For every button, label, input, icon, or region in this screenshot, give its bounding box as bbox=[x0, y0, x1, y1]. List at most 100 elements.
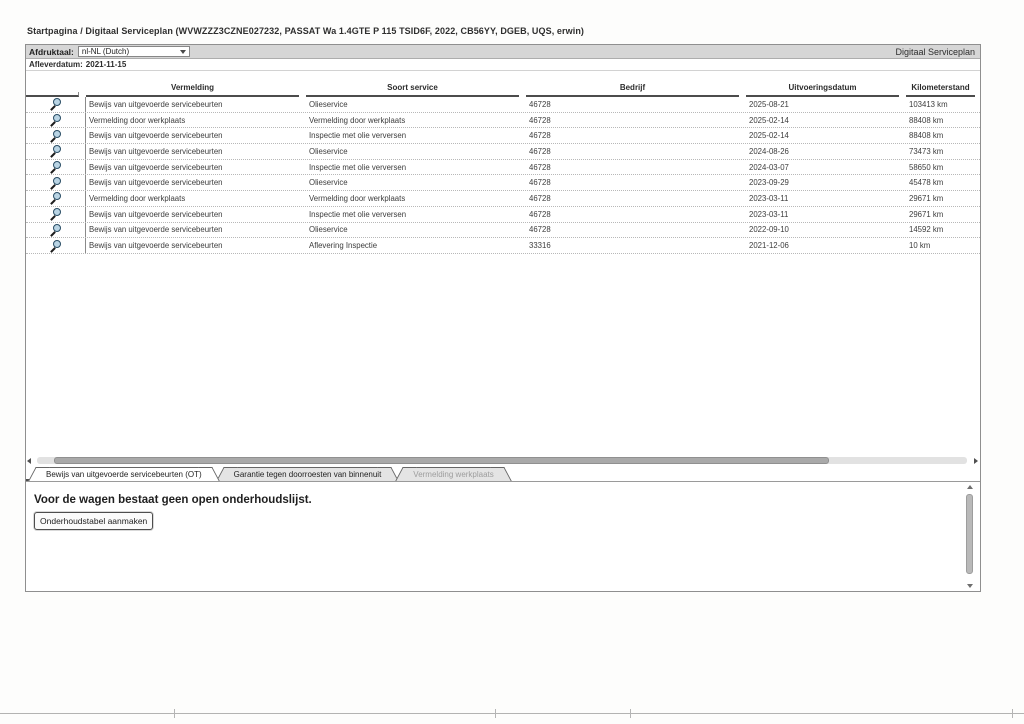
horizontal-scrollbar[interactable] bbox=[26, 456, 980, 466]
cell-vermelding: Vermelding door werkplaats bbox=[89, 115, 186, 125]
column-header-soort-service: Soort service bbox=[306, 83, 519, 97]
tab-garantie-doorroesten[interactable]: Garantie tegen doorroesten van binnenuit bbox=[225, 467, 390, 481]
cell-vermelding: Bewijs van uitgevoerde servicebeurten bbox=[89, 162, 223, 172]
cell-soort-service: Inspectie met olie verversen bbox=[309, 131, 407, 141]
table-row: Bewijs van uitgevoerde servicebeurten In… bbox=[26, 128, 980, 145]
cell-kilometerstand: 103413 km bbox=[909, 99, 948, 109]
no-open-maintenance-message: Voor de wagen bestaat geen open onderhou… bbox=[34, 494, 312, 506]
cell-soort-service: Inspectie met olie verversen bbox=[309, 209, 407, 219]
column-header-uitvoeringsdatum: Uitvoeringsdatum bbox=[746, 83, 899, 97]
magnifier-icon[interactable] bbox=[50, 98, 62, 110]
tab-bewijs-servicebeurten[interactable]: Bewijs van uitgevoerde servicebeurten (O… bbox=[38, 467, 210, 481]
scan-artifact-tick bbox=[174, 709, 175, 718]
cell-bedrijf: 46728 bbox=[529, 99, 551, 109]
cell-bedrijf: 33316 bbox=[529, 241, 551, 251]
cell-bedrijf: 46728 bbox=[529, 225, 551, 235]
table-row: Bewijs van uitgevoerde servicebeurten Ol… bbox=[26, 222, 980, 239]
cell-kilometerstand: 29671 km bbox=[909, 209, 944, 219]
cell-uitvoeringsdatum: 2025-02-14 bbox=[749, 115, 789, 125]
table-row: Bewijs van uitgevoerde servicebeurten In… bbox=[26, 159, 980, 176]
magnifier-icon[interactable] bbox=[50, 161, 62, 173]
column-header-bedrijf: Bedrijf bbox=[526, 83, 739, 97]
column-header-vermelding: Vermelding bbox=[86, 83, 299, 97]
table-row: Bewijs van uitgevoerde servicebeurten Ol… bbox=[26, 175, 980, 192]
page-title: Digitaal Serviceplan bbox=[895, 46, 975, 57]
scan-artifact-tick bbox=[1012, 709, 1013, 718]
tab-vermelding-werkplaats: Vermelding werkplaats bbox=[405, 467, 502, 481]
cell-kilometerstand: 73473 km bbox=[909, 146, 944, 156]
delivery-date-label: Afleverdatum: bbox=[29, 60, 83, 69]
cell-kilometerstand: 10 km bbox=[909, 241, 931, 251]
cell-vermelding: Vermelding door werkplaats bbox=[89, 193, 186, 203]
cell-soort-service: Vermelding door werkplaats bbox=[309, 115, 406, 125]
tab-strip: Bewijs van uitgevoerde servicebeurten (O… bbox=[26, 466, 980, 481]
magnifier-icon[interactable] bbox=[50, 208, 62, 220]
magnifier-icon[interactable] bbox=[50, 192, 62, 204]
table-empty-area bbox=[26, 253, 980, 456]
magnifier-icon[interactable] bbox=[50, 223, 62, 236]
cell-uitvoeringsdatum: 2025-02-14 bbox=[749, 131, 789, 141]
breadcrumb[interactable]: Startpagina / Digitaal Serviceplan (WVWZ… bbox=[27, 26, 584, 36]
cell-vermelding: Bewijs van uitgevoerde servicebeurten bbox=[89, 209, 223, 219]
scan-artifact-tick bbox=[630, 709, 631, 718]
cell-bedrijf: 46728 bbox=[529, 193, 551, 203]
scroll-left-icon[interactable] bbox=[27, 458, 31, 464]
cell-bedrijf: 46728 bbox=[529, 209, 551, 219]
cell-kilometerstand: 29671 km bbox=[909, 193, 944, 203]
cell-uitvoeringsdatum: 2025-08-21 bbox=[749, 99, 789, 109]
table-header: Vermelding Soort service Bedrijf Uitvoer… bbox=[26, 71, 980, 97]
cell-kilometerstand: 45478 km bbox=[909, 178, 944, 188]
cell-kilometerstand: 88408 km bbox=[909, 131, 944, 141]
cell-bedrijf: 46728 bbox=[529, 146, 551, 156]
cell-bedrijf: 46728 bbox=[529, 178, 551, 188]
cell-vermelding: Bewijs van uitgevoerde servicebeurten bbox=[89, 178, 223, 188]
horizontal-scrollbar-thumb[interactable] bbox=[54, 457, 829, 464]
table-row: Vermelding door werkplaats Vermelding do… bbox=[26, 112, 980, 129]
chevron-down-icon bbox=[179, 49, 186, 54]
table-row: Vermelding door werkplaats Vermelding do… bbox=[26, 191, 980, 207]
toolbar: Afdruktaal: nl-NL (Dutch) Digitaal Servi… bbox=[26, 45, 980, 59]
cell-soort-service: Vermelding door werkplaats bbox=[309, 193, 406, 203]
cell-vermelding: Bewijs van uitgevoerde servicebeurten bbox=[89, 131, 223, 141]
cell-vermelding: Bewijs van uitgevoerde servicebeurten bbox=[89, 146, 223, 156]
scroll-down-icon[interactable] bbox=[967, 584, 973, 588]
cell-soort-service: Inspectie met olie verversen bbox=[309, 162, 407, 172]
maintenance-panel: Voor de wagen bestaat geen open onderhou… bbox=[26, 481, 980, 591]
print-language-select[interactable]: nl-NL (Dutch) bbox=[77, 46, 190, 57]
print-language-value: nl-NL (Dutch) bbox=[81, 47, 130, 56]
vertical-scrollbar-thumb[interactable] bbox=[966, 494, 973, 574]
cell-uitvoeringsdatum: 2024-08-26 bbox=[749, 146, 789, 156]
scan-artifact-tick bbox=[495, 709, 496, 718]
cell-kilometerstand: 14592 km bbox=[909, 225, 944, 235]
cell-vermelding: Bewijs van uitgevoerde servicebeurten bbox=[89, 241, 223, 251]
cell-uitvoeringsdatum: 2023-03-11 bbox=[749, 193, 789, 203]
cell-soort-service: Olieservice bbox=[309, 146, 348, 156]
cell-soort-service: Olieservice bbox=[309, 178, 348, 188]
table-row: Bewijs van uitgevoerde servicebeurten In… bbox=[26, 206, 980, 223]
cell-uitvoeringsdatum: 2022-09-10 bbox=[749, 225, 789, 235]
cell-uitvoeringsdatum: 2024-03-07 bbox=[749, 162, 789, 172]
create-maintenance-table-button[interactable]: Onderhoudstabel aanmaken bbox=[34, 512, 154, 530]
magnifier-icon[interactable] bbox=[50, 239, 62, 252]
cell-kilometerstand: 88408 km bbox=[909, 115, 944, 125]
magnifier-icon[interactable] bbox=[50, 176, 62, 189]
cell-vermelding: Bewijs van uitgevoerde servicebeurten bbox=[89, 99, 223, 109]
cell-uitvoeringsdatum: 2021-12-06 bbox=[749, 241, 789, 251]
scroll-right-icon[interactable] bbox=[974, 458, 978, 464]
cell-uitvoeringsdatum: 2023-03-11 bbox=[749, 209, 789, 219]
table-row: Bewijs van uitgevoerde servicebeurten Ol… bbox=[26, 144, 980, 160]
delivery-date-value: 2021-11-15 bbox=[85, 60, 127, 69]
magnifier-icon[interactable] bbox=[50, 114, 62, 126]
cell-soort-service: Aflevering Inspectie bbox=[309, 241, 378, 251]
serviceplan-page: Startpagina / Digitaal Serviceplan (WVWZ… bbox=[0, 0, 1024, 724]
scroll-up-icon[interactable] bbox=[967, 485, 973, 489]
print-language-label: Afdruktaal: bbox=[29, 46, 74, 57]
magnifier-icon[interactable] bbox=[50, 129, 62, 142]
scan-artifact-line bbox=[0, 713, 1024, 714]
cell-soort-service: Olieservice bbox=[309, 225, 348, 235]
magnifier-icon[interactable] bbox=[50, 145, 62, 157]
cell-bedrijf: 46728 bbox=[529, 115, 551, 125]
cell-vermelding: Bewijs van uitgevoerde servicebeurten bbox=[89, 225, 223, 235]
cell-bedrijf: 46728 bbox=[529, 162, 551, 172]
vertical-scrollbar[interactable] bbox=[965, 485, 975, 588]
